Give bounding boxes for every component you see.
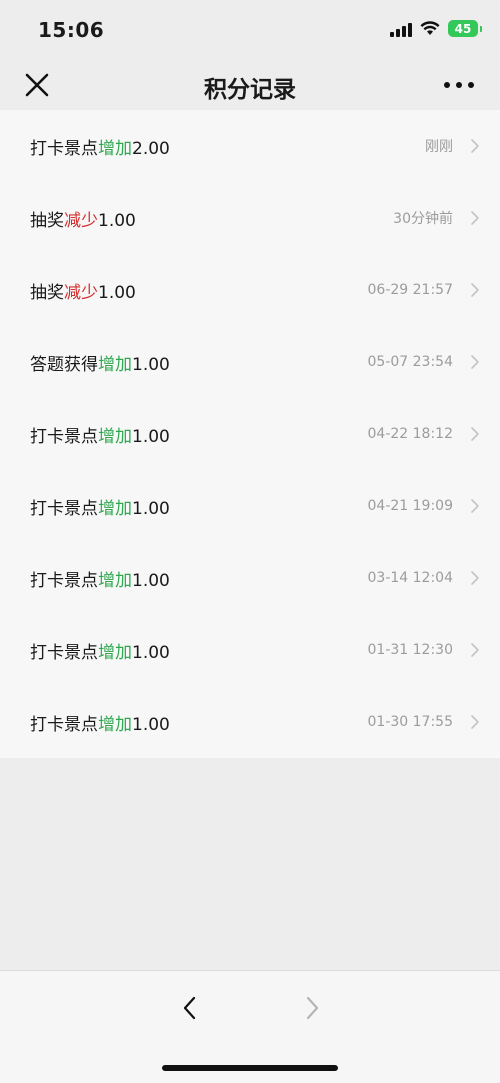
record-description: 答题获得增加1.00: [30, 350, 170, 375]
record-time: 04-22 18:12: [367, 426, 453, 442]
record-row[interactable]: 抽奖减少1.00 30分钟前: [0, 182, 500, 254]
points-record-list: 打卡景点增加2.00 刚刚 抽奖减少1.00 30分钟前 抽奖减少1.00 06-29 2…: [0, 110, 500, 758]
chevron-right-icon: [470, 354, 480, 370]
browser-toolbar: [0, 970, 500, 1083]
record-time: 05-07 23:54: [367, 354, 453, 370]
record-action: 打卡景点: [30, 426, 98, 447]
record-row[interactable]: 打卡景点增加1.00 01-30 17:55: [0, 686, 500, 758]
record-action: 答题获得: [30, 354, 98, 375]
record-amount: 1.00: [132, 426, 170, 447]
record-row[interactable]: 打卡景点增加1.00 04-22 18:12: [0, 398, 500, 470]
back-arrow-icon[interactable]: [180, 995, 200, 1021]
page-title: 积分记录: [204, 77, 296, 103]
chevron-right-icon: [470, 642, 480, 658]
status-icons: 45: [390, 20, 482, 37]
record-action: 打卡景点: [30, 570, 98, 591]
record-time: 刚刚: [425, 139, 453, 155]
record-delta-label: 减少: [64, 210, 98, 231]
record-time: 01-31 12:30: [367, 642, 453, 658]
wifi-icon: [420, 21, 440, 36]
record-description: 抽奖减少1.00: [30, 278, 136, 303]
record-row[interactable]: 答题获得增加1.00 05-07 23:54: [0, 326, 500, 398]
record-description: 打卡景点增加1.00: [30, 422, 170, 447]
record-delta-label: 增加: [98, 426, 132, 447]
battery-icon: 45: [448, 20, 482, 37]
chevron-right-icon: [470, 210, 480, 226]
record-row[interactable]: 打卡景点增加1.00 03-14 12:04: [0, 542, 500, 614]
status-bar: 15:06 45: [0, 0, 500, 60]
nav-bar: 积分记录: [0, 60, 500, 110]
record-delta-label: 增加: [98, 714, 132, 735]
record-description: 打卡景点增加1.00: [30, 710, 170, 735]
record-delta-label: 增加: [98, 498, 132, 519]
more-icon[interactable]: [444, 82, 474, 88]
record-description: 打卡景点增加1.00: [30, 566, 170, 591]
record-action: 打卡景点: [30, 714, 98, 735]
forward-arrow-icon[interactable]: [302, 995, 322, 1021]
record-row[interactable]: 打卡景点增加1.00 01-31 12:30: [0, 614, 500, 686]
chevron-right-icon: [470, 714, 480, 730]
record-amount: 1.00: [98, 282, 136, 303]
record-row[interactable]: 打卡景点增加1.00 04-21 19:09: [0, 470, 500, 542]
record-description: 打卡景点增加1.00: [30, 494, 170, 519]
record-amount: 1.00: [132, 570, 170, 591]
battery-level: 45: [454, 21, 472, 36]
chevron-right-icon: [470, 138, 480, 154]
record-amount: 1.00: [132, 354, 170, 375]
record-delta-label: 增加: [98, 570, 132, 591]
record-amount: 1.00: [132, 714, 170, 735]
record-action: 抽奖: [30, 282, 64, 303]
chevron-right-icon: [470, 570, 480, 586]
record-action: 打卡景点: [30, 138, 98, 159]
record-time: 06-29 21:57: [367, 282, 453, 298]
record-amount: 1.00: [132, 642, 170, 663]
record-amount: 1.00: [132, 498, 170, 519]
status-time: 15:06: [38, 18, 105, 42]
record-row[interactable]: 打卡景点增加2.00 刚刚: [0, 110, 500, 182]
chevron-right-icon: [470, 426, 480, 442]
record-action: 抽奖: [30, 210, 64, 231]
home-indicator: [162, 1065, 338, 1071]
record-description: 打卡景点增加1.00: [30, 638, 170, 663]
record-time: 01-30 17:55: [367, 714, 453, 730]
record-row[interactable]: 抽奖减少1.00 06-29 21:57: [0, 254, 500, 326]
record-time: 30分钟前: [393, 211, 453, 227]
record-action: 打卡景点: [30, 642, 98, 663]
record-description: 抽奖减少1.00: [30, 206, 136, 231]
record-delta-label: 增加: [98, 354, 132, 375]
chevron-right-icon: [470, 498, 480, 514]
record-delta-label: 增加: [98, 138, 132, 159]
record-amount: 1.00: [98, 210, 136, 231]
chevron-right-icon: [470, 282, 480, 298]
record-delta-label: 减少: [64, 282, 98, 303]
record-delta-label: 增加: [98, 642, 132, 663]
record-description: 打卡景点增加2.00: [30, 134, 170, 159]
record-action: 打卡景点: [30, 498, 98, 519]
record-amount: 2.00: [132, 138, 170, 159]
record-time: 04-21 19:09: [367, 498, 453, 514]
cellular-signal-icon: [390, 21, 412, 37]
record-time: 03-14 12:04: [367, 570, 453, 586]
